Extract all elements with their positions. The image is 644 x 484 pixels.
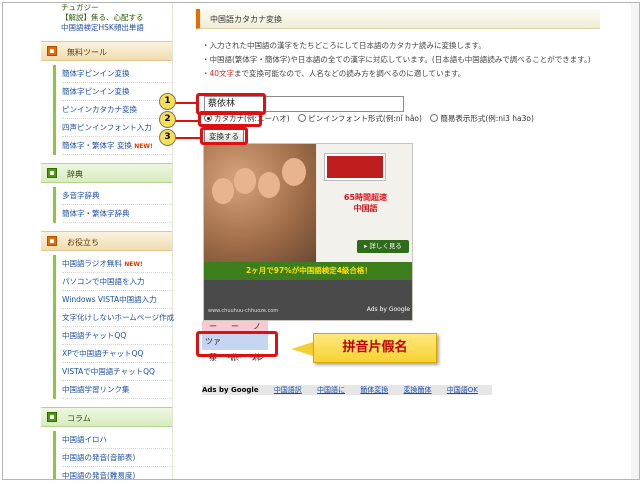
- tools-list: 簡体字ピンイン変換 簡体字ピンイン変換 ピンインカタカナ変換 四声ピンインフォン…: [53, 65, 172, 155]
- sidebar-item[interactable]: 中国語チャットQQ: [62, 327, 172, 345]
- page-title-bar: 中国語カタカナ変換: [196, 9, 600, 29]
- annotation-box-result: [196, 331, 278, 357]
- new-badge: NEW!: [134, 143, 153, 150]
- ad-hours-text: 65時間超速 中国語: [343, 193, 388, 213]
- sidebar-item[interactable]: Windows VISTA中国語入力: [62, 291, 172, 309]
- radio-icon[interactable]: [298, 114, 307, 122]
- annotation-box-button: [200, 127, 248, 145]
- sidebar-item[interactable]: 多音字辞典: [62, 187, 172, 205]
- ad-banner-image: [325, 154, 385, 180]
- sidebar-item[interactable]: 四声ピンインフォント入力: [62, 119, 172, 137]
- sidebar-top-link[interactable]: 中国語検定HSK頻出単語: [61, 23, 172, 33]
- annotation-box-radio: [198, 111, 262, 127]
- section-head-tools: 無料ツール: [41, 41, 172, 61]
- new-badge: NEW!: [124, 261, 143, 268]
- ad-link[interactable]: 変換簡体: [404, 386, 432, 394]
- annotation-line: [175, 137, 201, 139]
- ad-link[interactable]: 中国語に: [317, 386, 345, 394]
- annotation-arrow-icon: [291, 342, 313, 356]
- sidebar-item[interactable]: 中国語の発音(難易度): [62, 467, 172, 479]
- ad-link[interactable]: 中国語訳: [274, 386, 302, 394]
- face-shape: [234, 168, 256, 194]
- radio-simple[interactable]: 簡易表示形式(例:ni3 ha3o): [430, 114, 534, 123]
- sidebar-item[interactable]: 中国語の発音(音節表): [62, 449, 172, 467]
- callout-number: 3: [159, 129, 176, 146]
- ad-link[interactable]: 簡体変換: [360, 386, 388, 394]
- ad-url: www.chuuhuu-chhuoze.com: [208, 308, 279, 314]
- section-head-useful: お役立ち: [41, 231, 172, 251]
- section-bullet-icon: [47, 168, 57, 178]
- section-head-column: コラム: [41, 407, 172, 427]
- sidebar-item[interactable]: XPで中国語チャットQQ: [62, 345, 172, 363]
- ad-bottom: 2ヶ月で97%が中国語検定4級合格！ www.chuuhuu-chhuoze.c…: [204, 262, 412, 320]
- sidebar-item[interactable]: 簡体字・繁体字辞典: [62, 205, 172, 223]
- ads-by-google[interactable]: Ads by Google: [202, 386, 259, 394]
- annotation-line: [175, 102, 197, 104]
- section-head-dictionary: 辞典: [41, 163, 172, 183]
- face-shape: [258, 172, 280, 198]
- browser-frame: チュガジー 【解説】焦る、心配する 中国語検定HSK頻出単語 無料ツール 簡体字…: [2, 2, 640, 480]
- sidebar-item[interactable]: 簡体字ピンイン変換: [62, 65, 172, 83]
- radio-pinyin-font[interactable]: ピンインフォント形式(例:nǐ hǎo): [298, 114, 422, 123]
- ad-google-label: Ads by Google: [366, 306, 410, 313]
- section-bullet-icon: [47, 236, 57, 246]
- face-shape: [282, 158, 306, 186]
- sidebar: チュガジー 【解説】焦る、心配する 中国語検定HSK頻出単語 無料ツール 簡体字…: [41, 3, 174, 479]
- ad-right-panel: 65時間超速 中国語 ▸ 詳しく見る: [317, 144, 412, 262]
- sidebar-item[interactable]: 中国語イロハ: [62, 431, 172, 449]
- column-list: 中国語イロハ 中国語の発音(音節表) 中国語の発音(難易度): [53, 431, 172, 479]
- annotation-line: [175, 120, 199, 122]
- desc-line: ・入力された中国語の漢字をたちどころにして日本語のカタカナ読みに変換します。: [202, 41, 486, 50]
- sidebar-top-links: チュガジー 【解説】焦る、心配する 中国語検定HSK頻出単語: [41, 3, 172, 33]
- sidebar-item[interactable]: ピンインカタカナ変換: [62, 101, 172, 119]
- callout-number: 2: [159, 111, 176, 128]
- sidebar-item-with-badge[interactable]: 中国語ラジオ無料 NEW!: [62, 255, 172, 273]
- dictionary-list: 多音字辞典 簡体字・繁体字辞典: [53, 187, 172, 223]
- sidebar-item[interactable]: 中国語学習リンク集: [62, 381, 172, 399]
- scrollbar[interactable]: [631, 3, 639, 479]
- section-bullet-icon: [47, 46, 57, 56]
- sidebar-item[interactable]: VISTAで中国語チャットQQ: [62, 363, 172, 381]
- ad-link[interactable]: 中国語OK: [447, 386, 478, 394]
- advertisement[interactable]: 65時間超速 中国語 ▸ 詳しく見る 2ヶ月で97%が中国語検定4級合格！ ww…: [203, 143, 413, 321]
- ad-more-button[interactable]: ▸ 詳しく見る: [357, 240, 409, 253]
- main-content: 中国語カタカナ変換 ・入力された中国語の漢字をたちどころにして日本語のカタカナ読…: [196, 3, 611, 479]
- section-bullet-icon: [47, 412, 57, 422]
- radio-icon[interactable]: [430, 114, 439, 122]
- page-title: 中国語カタカナ変換: [210, 15, 282, 24]
- description: ・入力された中国語の漢字をたちどころにして日本語のカタカナ読みに変換します。 ・…: [202, 39, 602, 81]
- desc-line-limit: ・40文字まで変換可能なので、人名などの読み方を調べるのに適しています。: [202, 69, 466, 78]
- sidebar-top-link[interactable]: 【解説】焦る、心配する: [61, 13, 172, 23]
- face-shape: [212, 178, 234, 204]
- sidebar-top-link[interactable]: チュガジー: [61, 3, 172, 13]
- useful-list: 中国語ラジオ無料 NEW! パソコンで中国語を入力 Windows VISTA中…: [53, 255, 174, 399]
- desc-line: ・中国語(繁体字・簡体字)や日本語の全ての漢字に対応しています。(日本語も中国語…: [202, 55, 591, 64]
- ads-links-bar: Ads by Google 中国語訳 中国語に 簡体変換 変換簡体 中国語OK: [202, 385, 492, 395]
- sidebar-item[interactable]: パソコンで中国語を入力: [62, 273, 172, 291]
- sidebar-item[interactable]: 簡体字ピンイン変換: [62, 83, 172, 101]
- ad-green-text: 2ヶ月で97%が中国語検定4級合格！: [204, 262, 412, 280]
- ad-photo: [204, 144, 316, 262]
- callout-number: 1: [159, 93, 176, 110]
- sidebar-item[interactable]: 文字化けしないホームページ作成: [62, 309, 174, 327]
- sidebar-item-with-badge[interactable]: 簡体字・繁体字 変換 NEW!: [62, 137, 172, 155]
- annotation-label: 拼音片假名: [313, 333, 437, 363]
